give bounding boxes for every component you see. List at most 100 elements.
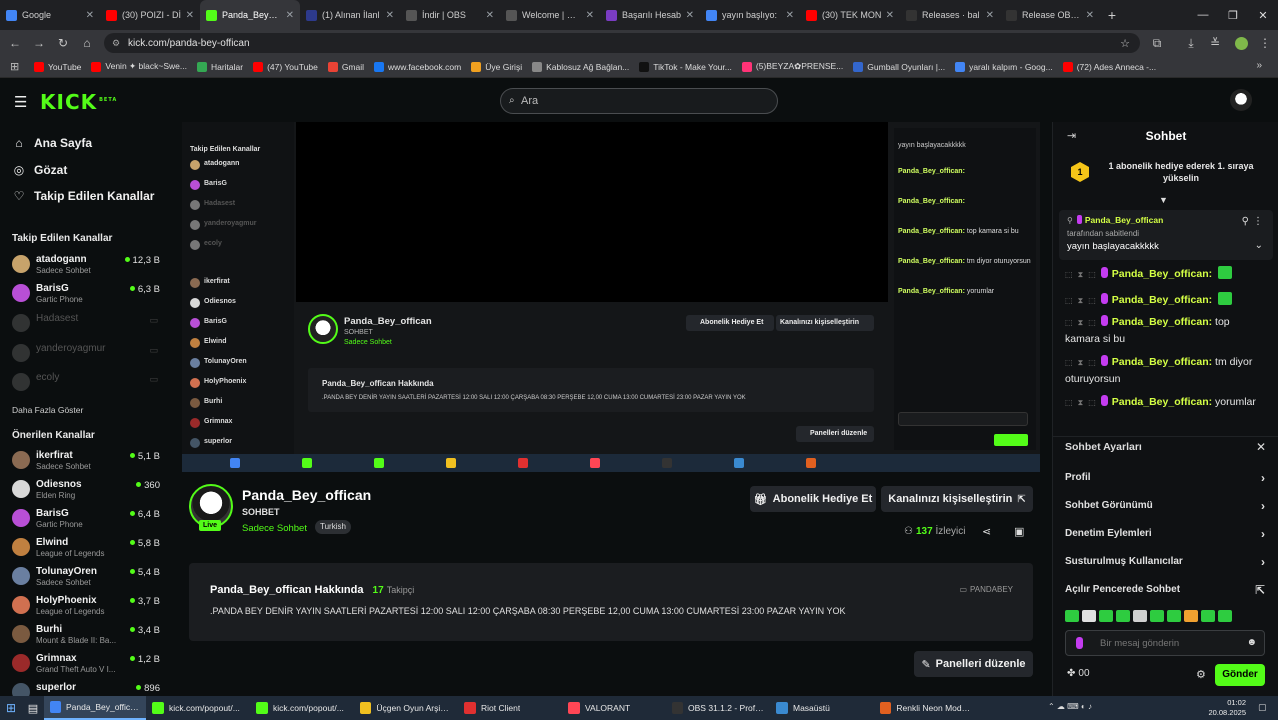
customize-channel-button[interactable]: Kanalınızı kişiselleştirin ⇱ (881, 486, 1033, 512)
emote-icon[interactable] (1116, 610, 1130, 622)
chat-message[interactable]: ⬚ ⧗ ⬚ Panda_Bey_offican: top kamara si bu (1065, 314, 1265, 348)
close-icon[interactable]: ✕ (1248, 0, 1278, 30)
channel-category[interactable]: SOHBET (242, 507, 280, 517)
tab-close-icon[interactable]: ✕ (86, 10, 94, 21)
chat-message[interactable]: ⬚ ⧗ ⬚ Panda_Bey_offican: (1065, 292, 1265, 309)
mod-action-icon[interactable]: ⬚ (1065, 296, 1073, 305)
emote-icon[interactable] (1133, 610, 1147, 622)
bookmark-item[interactable]: (5)BEYZA✿PRENSE... (741, 61, 843, 72)
hamburger-menu-icon[interactable]: ☰ (14, 93, 27, 111)
gift-sub-button[interactable]: 🎁︎ Abonelik Hediye Et (750, 486, 876, 512)
share-icon[interactable]: ⋖ (982, 525, 991, 538)
reload-icon[interactable]: ↻ (54, 34, 72, 52)
sidebar-channel[interactable]: Elwind League of Legends 5,8 B (12, 534, 160, 560)
unpin-icon[interactable]: ⚲ (1242, 216, 1249, 227)
mod-action-icon[interactable]: ⬚ (1065, 270, 1073, 279)
filter-icon[interactable]: ▼ (1159, 195, 1168, 205)
chat-message[interactable]: ⬚ ⧗ ⬚ Panda_Bey_offican: yorumlar (1065, 394, 1265, 411)
tab-close-icon[interactable]: ✕ (786, 10, 794, 21)
sidebar-channel[interactable]: Burhi Mount & Blade II: Ba... 3,4 B (12, 621, 160, 647)
theater-mode-icon[interactable]: ▣ (1014, 525, 1024, 538)
channel-name[interactable]: Panda_Bey_offican (242, 487, 371, 503)
emote-icon[interactable] (1082, 610, 1096, 622)
browser-tab[interactable]: Releases · bal ✕ (900, 0, 1000, 30)
download-icon[interactable]: ⤓ (1182, 34, 1200, 52)
notifications-icon[interactable]: ▢ (1258, 702, 1267, 713)
tab-close-icon[interactable]: ✕ (986, 10, 994, 21)
chat-username[interactable]: Panda_Bey_offican: (1112, 396, 1212, 408)
maximize-icon[interactable]: ❐ (1218, 0, 1248, 30)
taskbar-item[interactable]: Panda_Bey_offican... (44, 696, 146, 720)
browser-tab[interactable]: yayın başlıyo: ✕ (700, 0, 800, 30)
bookmark-item[interactable]: TikTok - Make Your... (639, 61, 732, 72)
bookmark-item[interactable]: Gumball Oyunları |... (853, 61, 945, 72)
bookmark-item[interactable]: (47) YouTube (253, 61, 318, 72)
bookmark-item[interactable]: Üye Girişi (471, 61, 522, 72)
channel-points[interactable]: ✤ 00 (1067, 668, 1090, 679)
browser-tab[interactable]: Google ✕ (0, 0, 100, 30)
chat-setting-row[interactable]: Susturulmuş Kullanıcılar › (1065, 555, 1265, 569)
taskbar-item[interactable]: Renkli Neon Moder... (874, 696, 978, 720)
mod-action-icon[interactable]: ⬚ (1065, 398, 1073, 407)
chat-input[interactable]: Bir mesaj gönderin ☻ (1065, 630, 1265, 656)
chat-setting-row[interactable]: Açılır Pencerede Sohbet ⇱ (1065, 583, 1265, 597)
sidebar-channel[interactable]: HolyPhoenix League of Legends 3,7 B (12, 592, 160, 618)
bookmark-item[interactable]: yaralı kalpım - Goog... (955, 61, 1053, 72)
emote-icon[interactable] (1184, 610, 1198, 622)
extensions-icon[interactable]: ⧉ (1148, 34, 1166, 52)
sidebar-channel[interactable]: yanderoyagmur ▭ (12, 340, 160, 366)
chat-username[interactable]: Panda_Bey_offican: (1112, 268, 1212, 280)
browser-tab[interactable]: İndir | OBS ✕ (400, 0, 500, 30)
send-button[interactable]: Gönder (1215, 664, 1265, 686)
chat-settings-gear-icon[interactable]: ⚙ (1196, 668, 1206, 681)
mod-action-icon[interactable]: ⬚ (1088, 270, 1096, 279)
chat-setting-row[interactable]: Denetim Eylemleri › (1065, 527, 1265, 541)
emoji-picker-icon[interactable]: ☻ (1246, 637, 1257, 648)
emote-icon[interactable] (1218, 610, 1232, 622)
back-icon[interactable]: ← (6, 34, 24, 52)
tray-icons[interactable]: ⌃ ☁ ⌨ ◐ ♪ (1048, 702, 1092, 711)
user-avatar[interactable] (1230, 89, 1252, 111)
language-tag[interactable]: Turkish (315, 520, 351, 534)
site-info-icon[interactable]: ⚙ (112, 38, 120, 49)
browser-tab[interactable]: Başarılı Hesab ✕ (600, 0, 700, 30)
nav-following[interactable]: ♡ Takip Edilen Kanallar (12, 189, 155, 203)
sidebar-channel[interactable]: TolunayOren Sadece Sohbet 5,4 B (12, 563, 160, 589)
sidebar-channel[interactable]: Hadasest ▭ (12, 310, 160, 336)
bookmark-item[interactable]: Haritalar (196, 61, 243, 72)
browser-tab[interactable]: Panda_Bey_off ✕ (200, 0, 300, 30)
clock[interactable]: 01:02 20.08.2025 (1206, 698, 1246, 718)
bookmark-item[interactable]: YouTube (34, 61, 81, 72)
close-settings-icon[interactable]: ✕ (1256, 440, 1266, 454)
mod-action-icon[interactable]: ⬚ (1065, 318, 1073, 327)
profile-icon[interactable] (1232, 34, 1250, 52)
emote-icon[interactable] (1065, 610, 1079, 622)
tab-close-icon[interactable]: ✕ (386, 10, 394, 21)
emote-icon[interactable] (1150, 610, 1164, 622)
sidebar-channel[interactable]: BarisG Gartic Phone 6,3 B (12, 280, 160, 306)
sidebar-channel[interactable]: atadogann Sadece Sohbet 12,3 B (12, 251, 160, 277)
mod-action-icon[interactable]: ⬚ (1065, 358, 1073, 367)
taskbar-item[interactable]: OBS 31.1.2 - Profil: ... (666, 696, 770, 720)
search-input[interactable]: ⌕ Ara (500, 88, 778, 114)
chat-message[interactable]: ⬚ ⧗ ⬚ Panda_Bey_offican: (1065, 266, 1265, 283)
bookmark-item[interactable]: (72) Ades Anneca -... (1062, 61, 1156, 72)
emote-icon[interactable] (1167, 610, 1181, 622)
sidebar-channel[interactable]: Grimnax Grand Theft Auto V I... 1,2 B (12, 650, 160, 676)
new-tab-button[interactable]: + (1100, 0, 1124, 30)
channel-subcategory[interactable]: Sadece Sohbet (242, 523, 307, 534)
mod-action-icon[interactable]: ⧗ (1078, 398, 1084, 407)
tab-close-icon[interactable]: ✕ (686, 10, 694, 21)
mod-action-icon[interactable]: ⧗ (1078, 296, 1084, 305)
taskbar-item[interactable]: Riot Client (458, 696, 562, 720)
bookmark-item[interactable]: Venin ✦ black~Swe... (91, 61, 187, 72)
minimize-icon[interactable]: — (1188, 0, 1218, 30)
chat-username[interactable]: Panda_Bey_offican: (1112, 316, 1212, 328)
nav-home[interactable]: ⌂ Ana Sayfa (12, 136, 92, 150)
taskbar-item[interactable]: Üçgen Oyun Arşivi ... (354, 696, 458, 720)
mod-action-icon[interactable]: ⬚ (1088, 398, 1096, 407)
mod-action-icon[interactable]: ⧗ (1078, 318, 1084, 327)
mod-action-icon[interactable]: ⬚ (1088, 318, 1096, 327)
settings-sliders-icon[interactable]: ≚ (1206, 34, 1224, 52)
video-player[interactable]: Takip Edilen Kanallar atadogann BarisG Had… (182, 122, 1040, 472)
